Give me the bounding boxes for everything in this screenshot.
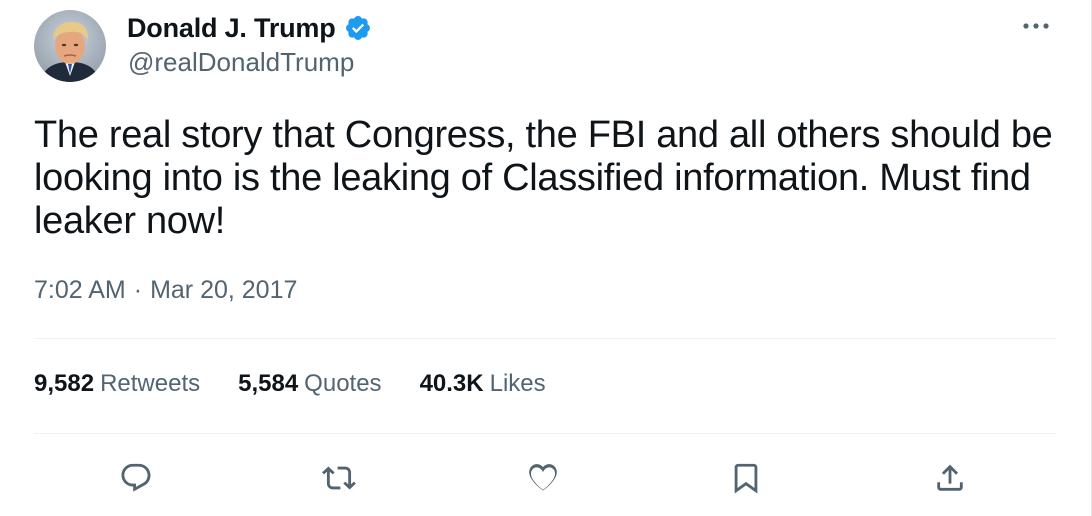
- reply-icon: [121, 463, 151, 492]
- meta-separator: ·: [133, 276, 143, 304]
- author-name-row[interactable]: Donald J. Trump: [127, 12, 372, 44]
- author-handle[interactable]: @realDonaldTrump: [128, 47, 354, 78]
- engagement-stats: 9,582 Retweets 5,584 Quotes 40.3K Likes: [34, 370, 546, 398]
- divider: [34, 433, 1056, 434]
- tweet-time[interactable]: 7:02 AM: [34, 276, 126, 305]
- author-display-name[interactable]: Donald J. Trump: [127, 13, 336, 44]
- retweet-icon: [322, 466, 356, 490]
- bookmark-icon: [734, 463, 758, 494]
- divider: [34, 338, 1056, 339]
- action-bar: [0, 452, 1092, 504]
- stat-count: 40.3K: [419, 370, 484, 397]
- stat-count: 9,582: [34, 370, 95, 397]
- reply-button[interactable]: [110, 452, 162, 504]
- verified-badge-icon[interactable]: [344, 14, 372, 42]
- retweet-button[interactable]: [313, 452, 365, 504]
- stat-retweets[interactable]: 9,582 Retweets: [34, 370, 200, 398]
- share-button[interactable]: [924, 452, 976, 504]
- tweet-date[interactable]: Mar 20, 2017: [150, 276, 297, 305]
- like-icon: [529, 464, 557, 491]
- bookmark-button[interactable]: [720, 452, 772, 504]
- stat-label: Quotes: [304, 370, 382, 397]
- tweet-timestamp[interactable]: 7:02 AM · Mar 20, 2017: [34, 276, 297, 305]
- stat-label: Likes: [489, 370, 546, 397]
- avatar[interactable]: [34, 10, 106, 82]
- tweet-card: Donald J. Trump @realDonaldTrump The rea…: [0, 0, 1092, 516]
- stat-count: 5,584: [238, 370, 299, 397]
- stat-quotes[interactable]: 5,584 Quotes: [238, 370, 381, 398]
- tweet-text: The real story that Congress, the FBI an…: [34, 114, 1053, 242]
- share-icon: [937, 464, 963, 491]
- stat-label: Retweets: [100, 370, 201, 397]
- like-button[interactable]: [517, 452, 569, 504]
- more-options-button[interactable]: [1018, 14, 1054, 38]
- stat-likes[interactable]: 40.3K Likes: [420, 370, 546, 398]
- avatar-image: [34, 10, 106, 82]
- more-horizontal-icon: [1023, 23, 1049, 29]
